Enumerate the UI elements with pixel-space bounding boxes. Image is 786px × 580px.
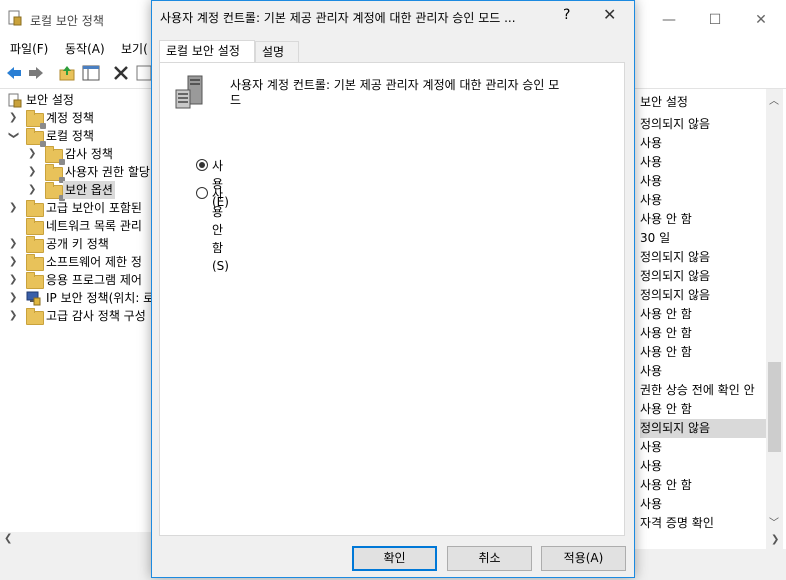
policy-name-line: 드 bbox=[230, 93, 242, 107]
ok-button[interactable]: 확인 bbox=[352, 546, 437, 571]
dialog-close-button[interactable]: ✕ bbox=[603, 5, 616, 24]
list-row-value[interactable]: 사용 bbox=[640, 153, 766, 172]
local-security-policy-icon bbox=[8, 10, 22, 26]
chevron-right-icon[interactable]: ❯ bbox=[28, 145, 38, 163]
menu-file[interactable]: 파일(F) bbox=[10, 40, 48, 57]
minimize-button[interactable]: — bbox=[646, 6, 692, 34]
tree-item-label: 공개 키 정책 bbox=[46, 237, 109, 251]
tree-item-label: 보안 설정 bbox=[26, 93, 74, 107]
scroll-down-arrow-icon[interactable]: ﹀ bbox=[769, 514, 779, 529]
back-arrow-icon[interactable] bbox=[5, 64, 23, 82]
menu-view[interactable]: 보기( bbox=[121, 40, 148, 57]
radio-label: 사용 안 함(S) bbox=[212, 187, 229, 273]
menu-action[interactable]: 동작(A) bbox=[65, 40, 105, 57]
tree-item-label: 네트워크 목록 관리 bbox=[46, 219, 142, 233]
folder-icon bbox=[26, 254, 44, 271]
list-row-value[interactable]: 사용 안 함 bbox=[640, 400, 766, 419]
folder-icon bbox=[45, 164, 65, 183]
tree-item-label: 응용 프로그램 제어 bbox=[46, 273, 142, 287]
list-row-value[interactable]: 사용 bbox=[640, 134, 766, 153]
folder-icon bbox=[45, 182, 65, 201]
chevron-right-icon[interactable]: ❯ bbox=[28, 163, 38, 181]
list-header-security-setting[interactable]: 보안 설정 bbox=[640, 93, 688, 112]
list-row-value[interactable]: 정의되지 않음 bbox=[640, 248, 766, 267]
chevron-right-icon[interactable]: ❯ bbox=[9, 199, 19, 217]
list-vertical-scrollbar[interactable]: ︿ ﹀ bbox=[766, 89, 783, 532]
list-row-value[interactable]: 정의되지 않음 bbox=[640, 115, 766, 134]
folder-icon bbox=[26, 218, 44, 235]
chevron-right-icon[interactable]: ❯ bbox=[9, 307, 19, 325]
ip-security-icon bbox=[26, 291, 41, 306]
folder-icon bbox=[26, 236, 44, 253]
folder-icon bbox=[26, 128, 46, 147]
list-row-value[interactable]: 사용 bbox=[640, 362, 766, 381]
policy-name: 사용자 계정 컨트롤: 기본 제공 관리자 계정에 대한 관리자 승인 모 드 bbox=[230, 78, 590, 108]
list-row-value[interactable]: 정의되지 않음 bbox=[640, 286, 766, 305]
tree-item-label: IP 보안 정책(위치: 로 bbox=[46, 291, 152, 305]
folder-icon bbox=[26, 110, 46, 129]
radio-button[interactable] bbox=[196, 187, 208, 199]
tab-panel bbox=[159, 62, 625, 536]
tab-local-security-setting[interactable]: 로컬 보안 설정 bbox=[159, 40, 255, 63]
folder-icon bbox=[26, 272, 44, 289]
policy-name-line: 사용자 계정 컨트롤: 기본 제공 관리자 계정에 대한 관리자 승인 모 bbox=[230, 78, 560, 92]
list-row-value[interactable]: 사용 안 함 bbox=[640, 343, 766, 362]
folder-icon bbox=[45, 146, 65, 165]
server-computer-icon bbox=[175, 75, 203, 109]
tree-item-label: 감사 정책 bbox=[65, 147, 113, 161]
chevron-down-icon[interactable]: ❯ bbox=[4, 131, 22, 141]
folder-icon bbox=[26, 308, 44, 325]
radio-button-checked[interactable] bbox=[196, 159, 208, 171]
list-row-value[interactable]: 사용 안 함 bbox=[640, 305, 766, 324]
console-tree: 보안 설정 ❯ 계정 정책 ❯ 로컬 정책 ❯ 감사 정책 ❯ 사용자 권한 할… bbox=[0, 89, 152, 532]
list-row-value[interactable]: 사용 안 함 bbox=[640, 324, 766, 343]
list-row-value[interactable]: 사용 bbox=[640, 438, 766, 457]
list-row-value[interactable]: 사용 안 함 bbox=[640, 476, 766, 495]
forward-arrow-icon[interactable] bbox=[27, 64, 45, 82]
scroll-up-arrow-icon[interactable]: ︿ bbox=[769, 92, 779, 107]
apply-button[interactable]: 적용(A) bbox=[541, 546, 626, 571]
tree-horizontal-scrollbar[interactable]: ❮ bbox=[0, 532, 152, 549]
list-row-value[interactable]: 사용 bbox=[640, 172, 766, 191]
list-row-value[interactable]: 정의되지 않음 bbox=[640, 419, 766, 438]
tree-item-label: 계정 정책 bbox=[46, 111, 94, 125]
chevron-right-icon[interactable]: ❯ bbox=[9, 253, 19, 271]
chevron-right-icon[interactable]: ❯ bbox=[9, 109, 19, 127]
folder-icon bbox=[26, 200, 44, 217]
dialog-title: 사용자 계정 컨트롤: 기본 제공 관리자 계정에 대한 관리자 승인 모드 .… bbox=[160, 11, 516, 25]
scroll-left-arrow-icon[interactable]: ❮ bbox=[4, 533, 12, 544]
maximize-button[interactable]: ☐ bbox=[692, 6, 738, 34]
list-row-value[interactable]: 30 일 bbox=[640, 229, 766, 248]
scrollbar-thumb[interactable] bbox=[768, 362, 781, 452]
tree-item-label: 고급 보안이 포함된 bbox=[46, 201, 142, 215]
tree-item-label: 사용자 권한 할당 bbox=[65, 165, 150, 179]
list-row-value[interactable]: 사용 bbox=[640, 495, 766, 514]
tree-item-label: 고급 감사 정책 구성 bbox=[46, 309, 146, 323]
delete-icon[interactable] bbox=[112, 64, 130, 82]
scroll-right-arrow-icon[interactable]: ❯ bbox=[766, 532, 783, 549]
show-hide-tree-icon[interactable] bbox=[82, 64, 100, 82]
tree-item-security-options[interactable]: ❯ 보안 옵션 bbox=[0, 181, 152, 201]
list-row-value[interactable]: 사용 안 함 bbox=[640, 210, 766, 229]
list-row-value[interactable]: 정의되지 않음 bbox=[640, 267, 766, 286]
cancel-button[interactable]: 취소 bbox=[447, 546, 532, 571]
app-title: 로컬 보안 정책 bbox=[30, 14, 104, 28]
tab-explain[interactable]: 설명 bbox=[255, 41, 299, 62]
policy-list: 보안 설정 정의되지 않음 사용 사용 사용 사용 사용 안 함 30 일 정의되지 않음 정의… bbox=[636, 89, 766, 532]
tree-item-label: 로컬 정책 bbox=[46, 129, 94, 143]
close-button[interactable]: ✕ bbox=[738, 6, 784, 34]
tree-item-label: 보안 옵션 bbox=[63, 181, 115, 199]
chevron-right-icon[interactable]: ❯ bbox=[9, 271, 19, 289]
tree-item-label: 소프트웨어 제한 정 bbox=[46, 255, 142, 269]
list-row-value[interactable]: 권한 상승 전에 확인 안 bbox=[640, 381, 766, 400]
help-button[interactable]: ? bbox=[563, 7, 570, 23]
chevron-right-icon[interactable]: ❯ bbox=[9, 289, 19, 307]
list-row-value[interactable]: 사용 bbox=[640, 457, 766, 476]
list-row-value[interactable]: 자격 증명 확인 bbox=[640, 514, 766, 532]
security-settings-icon bbox=[8, 93, 22, 108]
up-folder-icon[interactable] bbox=[58, 64, 76, 82]
list-row-value[interactable]: 사용 bbox=[640, 191, 766, 210]
chevron-right-icon[interactable]: ❯ bbox=[28, 181, 38, 199]
chevron-right-icon[interactable]: ❯ bbox=[9, 235, 19, 253]
